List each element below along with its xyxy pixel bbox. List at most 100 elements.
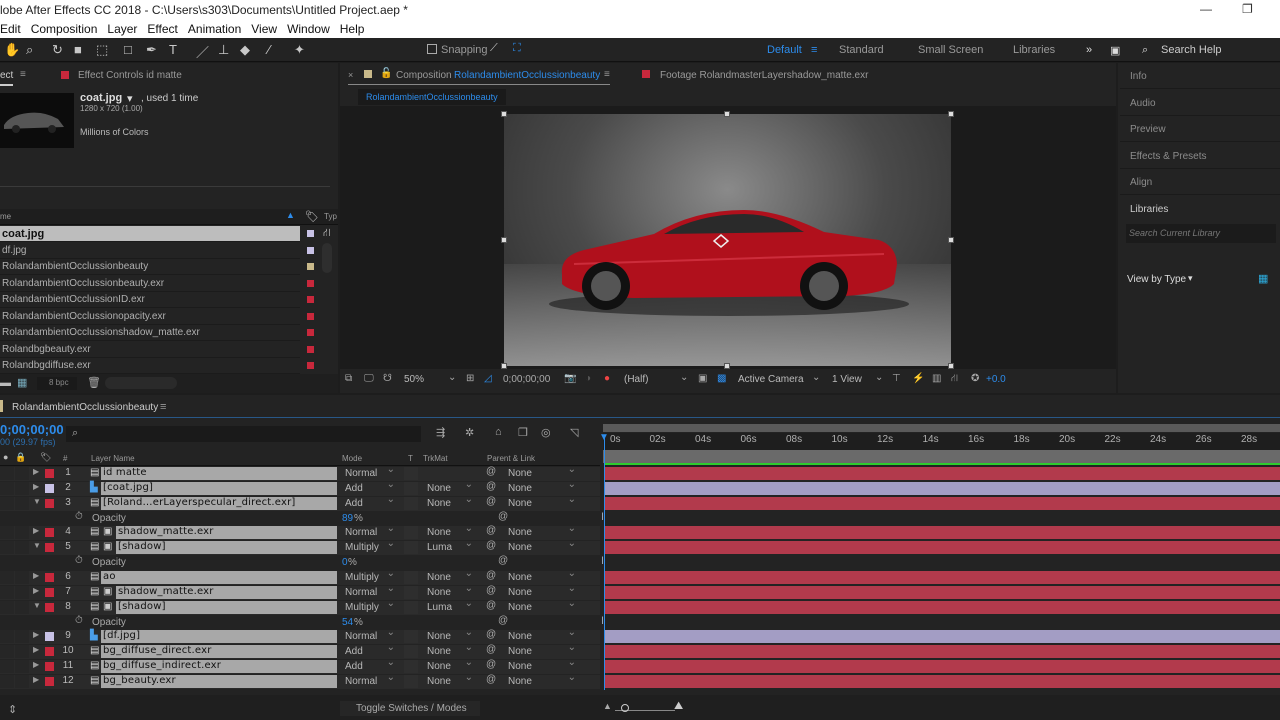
blend-mode-dropdown[interactable]: Multiply: [341, 598, 399, 614]
lock-icon[interactable]: 🔓: [380, 68, 392, 79]
project-item[interactable]: coat.jpg: [0, 226, 300, 242]
comp-mini-flowchart-icon[interactable]: ⇶: [436, 426, 445, 439]
lock-switch[interactable]: [15, 570, 29, 584]
layer-duration-bar[interactable]: [605, 526, 1280, 540]
lock-switch[interactable]: [15, 496, 29, 510]
magnification-dropdown[interactable]: 50%: [404, 374, 424, 385]
layer-duration-bar[interactable]: [605, 600, 1280, 614]
layer-duration-bar[interactable]: [605, 481, 1280, 495]
playhead-icon[interactable]: ▼: [599, 432, 609, 443]
close-tab-icon[interactable]: ×: [348, 70, 353, 80]
layer-name[interactable]: shadow_matte.exr: [116, 526, 337, 540]
more-workspaces-icon[interactable]: »: [1086, 44, 1092, 56]
type-tool-icon[interactable]: T: [169, 42, 177, 57]
menu-layer[interactable]: Layer: [107, 22, 137, 36]
pickwhip-icon[interactable]: @: [486, 659, 496, 670]
transform-handle[interactable]: [501, 237, 507, 243]
keyframe-navigator-icon[interactable]: I: [601, 511, 604, 523]
mask-visibility-icon[interactable]: ☋: [383, 373, 392, 384]
layer-name[interactable]: [Roland…erLayerspecular_direct.exr]: [101, 496, 337, 510]
timeline-icon[interactable]: ▥: [932, 373, 941, 384]
expanded-arrow-icon[interactable]: ▼: [33, 497, 41, 506]
blend-mode-dropdown[interactable]: Normal: [341, 672, 399, 688]
layer-name[interactable]: ao: [101, 570, 337, 584]
keyframe-navigator-icon[interactable]: I: [601, 555, 604, 567]
pickwhip-icon[interactable]: @: [498, 615, 508, 626]
shy-layers-icon[interactable]: ⌂: [495, 426, 502, 438]
pickwhip-icon[interactable]: @: [486, 525, 496, 536]
pickwhip-icon[interactable]: @: [486, 644, 496, 655]
camera-dropdown[interactable]: Active Camera: [738, 374, 804, 385]
label-icon[interactable]: 🏷: [40, 452, 51, 463]
layer-label-swatch[interactable]: [45, 543, 54, 553]
video-switch[interactable]: [0, 467, 14, 480]
pickwhip-icon[interactable]: @: [486, 629, 496, 640]
new-composition-icon[interactable]: ▦: [17, 376, 27, 389]
layer-row[interactable]: ▼ 5 ▤▣[shadow] Multiply Luma @ None: [0, 538, 600, 556]
label-color-swatch[interactable]: [307, 263, 314, 270]
pen-tool-icon[interactable]: ✒: [146, 42, 157, 58]
transform-handle[interactable]: [948, 363, 954, 369]
preserve-transparency-toggle[interactable]: [404, 660, 418, 674]
workspace-libraries[interactable]: Libraries: [1013, 44, 1055, 56]
project-item[interactable]: RolandambientOcclussionbeauty.exr: [0, 276, 300, 292]
eraser-tool-icon[interactable]: ◆: [240, 42, 250, 58]
collapsed-arrow-icon[interactable]: ▶: [33, 482, 39, 491]
layer-row[interactable]: ▼ 3 ▤ [Roland…erLayerspecular_direct.exr] Ad…: [0, 494, 600, 511]
property-row[interactable]: ⏱ Opacity 54 % @: [0, 615, 600, 630]
stopwatch-icon[interactable]: ⏱: [75, 615, 83, 626]
workspace-default[interactable]: Default: [767, 44, 802, 56]
menu-edit[interactable]: Edit: [0, 22, 21, 36]
region-of-interest-icon[interactable]: ▣: [698, 373, 707, 384]
chevron-down-icon[interactable]: ⌄: [448, 372, 456, 383]
type-column-header[interactable]: Typ: [324, 212, 337, 221]
layer-label-swatch[interactable]: [45, 572, 54, 582]
parent-dropdown[interactable]: None: [504, 672, 580, 688]
panel-info[interactable]: Info: [1120, 63, 1280, 89]
name-column-header[interactable]: me: [0, 212, 11, 221]
transparency-icon[interactable]: ▩: [717, 373, 726, 384]
parent-dropdown[interactable]: None: [504, 598, 580, 614]
thumbnail-scroll[interactable]: [105, 377, 177, 389]
track-matte-dropdown[interactable]: None: [423, 672, 477, 688]
monitor-icon[interactable]: 🖵: [364, 373, 374, 384]
composition-tab[interactable]: RolandambientOcclussionbeauty: [454, 70, 600, 81]
pickwhip-icon[interactable]: @: [486, 496, 496, 507]
roto-brush-tool-icon[interactable]: ⁄: [268, 42, 270, 57]
transform-handle[interactable]: [948, 111, 954, 117]
view-by-type-dropdown[interactable]: View by Type: [1127, 274, 1186, 285]
layer-search-input[interactable]: ⌕: [66, 426, 421, 442]
project-item[interactable]: RolandambientOcclussionopacity.exr: [0, 309, 300, 325]
panel-audio[interactable]: Audio: [1120, 90, 1280, 116]
layer-name[interactable]: bg_diffuse_indirect.exr: [101, 660, 337, 674]
project-tab-menu-icon[interactable]: ≡: [20, 69, 26, 80]
menu-effect[interactable]: Effect: [147, 22, 177, 36]
pickwhip-icon[interactable]: @: [486, 466, 496, 477]
panel-preview[interactable]: Preview: [1120, 116, 1280, 142]
search-help-input[interactable]: Search Help: [1161, 44, 1222, 56]
rotate-tool-icon[interactable]: ↻: [52, 42, 63, 58]
menu-animation[interactable]: Animation: [188, 22, 241, 36]
layer-label-swatch[interactable]: [45, 662, 54, 672]
layer-duration-bar[interactable]: [605, 645, 1280, 659]
menu-composition[interactable]: Composition: [31, 22, 98, 36]
layer-row[interactable]: ▶4▤▣shadow_matte.exrNormalNone@None: [0, 523, 600, 541]
timeline-tab-menu-icon[interactable]: ≡: [160, 401, 166, 413]
layer-duration-bar[interactable]: [605, 585, 1280, 599]
layer-label-swatch[interactable]: [45, 498, 54, 508]
pickwhip-icon[interactable]: @: [486, 481, 496, 492]
pickwhip-icon[interactable]: @: [486, 585, 496, 596]
menu-window[interactable]: Window: [287, 22, 330, 36]
layer-label-swatch[interactable]: [45, 632, 54, 642]
lock-switch[interactable]: [15, 467, 29, 480]
grid-view-icon[interactable]: ▦: [1258, 272, 1268, 285]
label-column-icon[interactable]: 🏷: [305, 210, 319, 223]
layer-name[interactable]: id matte: [101, 467, 337, 480]
lock-switch[interactable]: [15, 600, 29, 614]
transform-handle[interactable]: [724, 111, 730, 117]
lock-switch[interactable]: [15, 660, 29, 674]
transparency-grid-icon[interactable]: ◿: [484, 373, 492, 384]
collapsed-arrow-icon[interactable]: ▶: [33, 675, 39, 684]
pickwhip-icon[interactable]: @: [486, 674, 496, 685]
stopwatch-icon[interactable]: ⏱: [75, 511, 83, 522]
